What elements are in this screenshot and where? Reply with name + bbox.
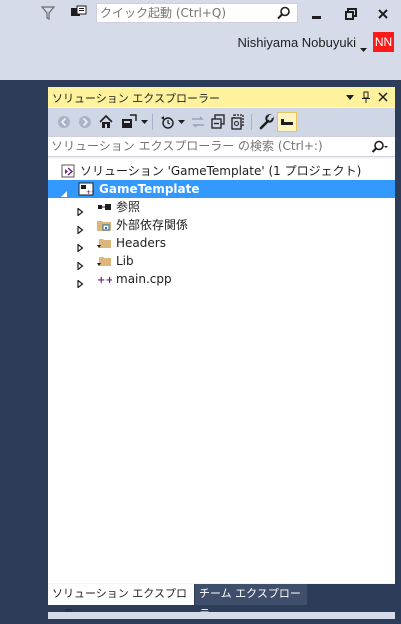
show-all-files-icon[interactable] — [230, 114, 246, 130]
pin-icon[interactable] — [359, 90, 373, 104]
chevron-down-icon[interactable] — [360, 41, 367, 52]
search-icon[interactable] — [277, 6, 291, 20]
filter-folder-icon — [96, 254, 112, 268]
cpp-project-icon: ++ — [78, 182, 96, 196]
avatar[interactable]: NN — [373, 32, 394, 52]
notification-filter-icon[interactable] — [40, 5, 56, 21]
home-icon[interactable] — [98, 114, 114, 130]
minimize-icon[interactable] — [308, 6, 326, 22]
chevron-down-icon[interactable] — [140, 114, 148, 130]
tree-item-label: GameTemplate — [99, 182, 200, 196]
collapsed-triangle-icon[interactable] — [76, 221, 84, 235]
expanded-triangle-icon[interactable] — [60, 185, 68, 197]
pending-changes-filter-icon[interactable] — [160, 114, 176, 130]
restore-icon[interactable] — [342, 6, 360, 22]
solution-icon — [60, 164, 76, 178]
tree-item-references[interactable]: 参照 — [48, 198, 395, 217]
tree-item-label: Lib — [116, 254, 134, 268]
tree-item-external-deps[interactable]: 外部依存関係 — [48, 216, 395, 235]
quick-launch-input[interactable] — [100, 5, 270, 21]
references-icon — [96, 200, 112, 214]
tree-item-headers[interactable]: Headers — [48, 234, 395, 253]
search-icon[interactable] — [371, 140, 388, 154]
collapsed-triangle-icon[interactable] — [76, 239, 84, 253]
svg-text:++: ++ — [86, 189, 94, 196]
quick-launch-box[interactable] — [96, 3, 298, 23]
toolbar-separator — [251, 114, 252, 130]
close-icon[interactable] — [376, 90, 390, 104]
panel-header[interactable]: ソリューション エクスプローラー — [48, 87, 395, 107]
toolbar-separator — [152, 114, 153, 130]
panel-title: ソリューション エクスプローラー — [52, 92, 220, 105]
tree-item-label: Headers — [116, 236, 166, 250]
tree-item-solution[interactable]: ソリューション 'GameTemplate' (1 プロジェクト) — [48, 162, 395, 180]
back-icon[interactable] — [56, 114, 72, 130]
sync-with-document-icon[interactable] — [190, 114, 206, 130]
solution-search-input[interactable] — [51, 138, 351, 154]
panel-toolbar — [48, 108, 395, 136]
chevron-down-icon[interactable] — [177, 114, 185, 130]
external-deps-icon — [96, 218, 112, 232]
collapsed-triangle-icon[interactable] — [76, 203, 84, 217]
tree-item-label: main.cpp — [116, 272, 172, 286]
switch-view-icon[interactable] — [121, 114, 137, 130]
svg-text:++: ++ — [97, 275, 112, 286]
filter-folder-icon — [96, 236, 112, 250]
solution-search-box[interactable] — [48, 136, 395, 157]
tree-item-label: ソリューション 'GameTemplate' (1 プロジェクト) — [80, 164, 362, 178]
collapse-all-icon[interactable] — [210, 114, 226, 130]
bottom-panel-edge — [48, 612, 395, 619]
properties-wrench-icon[interactable] — [258, 114, 274, 130]
solution-explorer-panel: ソリューション エクスプローラー ソリューション エクスプローラー の検索 (C… — [48, 87, 395, 620]
cpp-file-icon: ++ — [96, 272, 114, 286]
title-bar: Nishiyama Nobuyuki NN — [0, 0, 401, 80]
tree-item-label: 参照 — [116, 200, 141, 214]
tree-item-project[interactable]: ++ GameTemplate — [48, 180, 395, 198]
tab-solution-explorer[interactable]: ソリューション エクスプローラー — [48, 584, 194, 620]
tree-item-main-cpp[interactable]: ++ main.cpp — [48, 270, 395, 289]
panel-tab-bar: ソリューション エクスプローラー チーム エクスプローラー — [48, 584, 395, 620]
solution-tree: ソリューション 'GameTemplate' (1 プロジェクト) ++ Gam… — [48, 159, 395, 583]
forward-icon[interactable] — [77, 114, 93, 130]
feedback-icon[interactable] — [70, 5, 88, 21]
dropdown-icon[interactable] — [343, 90, 357, 104]
collapsed-triangle-icon[interactable] — [76, 275, 84, 289]
tab-team-explorer[interactable]: チーム エクスプローラー — [195, 584, 307, 620]
close-icon[interactable] — [374, 6, 392, 22]
account-name[interactable]: Nishiyama Nobuyuki — [238, 35, 357, 50]
tree-item-lib[interactable]: Lib — [48, 252, 395, 271]
collapsed-triangle-icon[interactable] — [76, 257, 84, 271]
preview-selected-items-icon[interactable] — [277, 112, 297, 132]
tree-item-label: 外部依存関係 — [116, 218, 189, 232]
